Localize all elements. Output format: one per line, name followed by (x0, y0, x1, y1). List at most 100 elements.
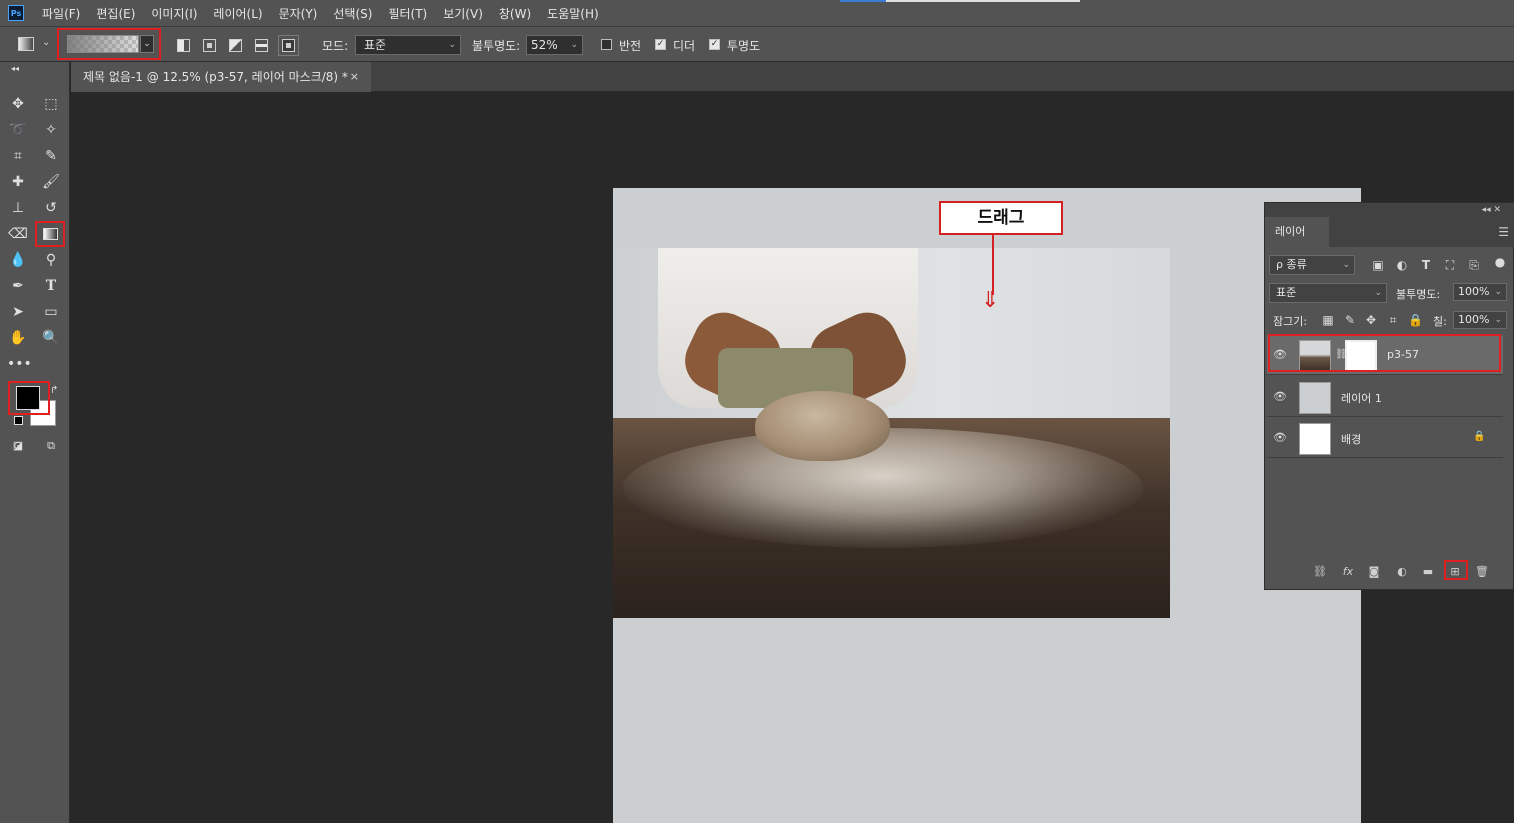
menu-view[interactable]: 보기(V) (443, 5, 483, 22)
filter-smart-object-icon[interactable]: ⎘ (1467, 258, 1481, 272)
path-selection-tool-icon[interactable]: ➤ (7, 301, 29, 323)
link-layers-icon[interactable]: ⛓ (1312, 565, 1328, 579)
transparency-checkbox[interactable]: ✓ (709, 39, 720, 50)
dodge-tool-icon[interactable]: ⚲ (40, 249, 62, 271)
more-tools-icon[interactable]: ••• (7, 353, 32, 375)
drag-arrow-line (992, 235, 994, 295)
layer-row-background[interactable]: 👁 배경 🔒 (1267, 418, 1503, 458)
opacity-input[interactable]: 52% ⌄ (526, 35, 583, 55)
lock-transparency-icon[interactable]: ▦ (1321, 313, 1335, 327)
menu-help[interactable]: 도움말(H) (547, 5, 599, 22)
document-tab[interactable]: 제목 없음-1 @ 12.5% (p3-57, 레이어 마스크/8) * × (71, 62, 371, 92)
layer-opacity-value: 100% (1458, 285, 1490, 298)
clone-stamp-tool-icon[interactable]: ⊥ (7, 197, 29, 219)
layer-name: 배경 (1341, 433, 1362, 446)
filter-shape-icon[interactable]: ⛶ (1443, 258, 1457, 272)
selected-layer-highlight (1268, 334, 1501, 372)
tab-layers[interactable]: 레이어 (1265, 217, 1329, 247)
crop-tool-icon[interactable]: ⌗ (7, 145, 29, 167)
healing-brush-tool-icon[interactable]: ✚ (7, 171, 29, 193)
lock-pixels-icon[interactable]: ✎ (1343, 313, 1357, 327)
panel-menu-icon[interactable]: ☰ (1498, 225, 1509, 239)
trash-icon[interactable]: 🗑 (1474, 565, 1490, 579)
lock-artboard-icon[interactable]: ⌗ (1386, 313, 1400, 327)
reflected-gradient-icon[interactable] (255, 39, 268, 52)
menu-type[interactable]: 문자(Y) (279, 5, 318, 22)
menu-window[interactable]: 창(W) (499, 5, 531, 22)
swap-colors-icon[interactable]: ↱ (50, 385, 58, 396)
default-colors-icon[interactable] (14, 416, 23, 425)
add-mask-icon[interactable]: ◙ (1366, 565, 1382, 579)
brush-tool-icon[interactable]: 🖌 (40, 171, 62, 193)
gradient-tool-preset-icon[interactable] (18, 37, 34, 51)
layer-row-layer-1[interactable]: 👁 레이어 1 (1267, 377, 1503, 417)
visibility-eye-icon[interactable]: 👁 (1273, 390, 1287, 403)
screen-mode-icon[interactable]: ⧉ (40, 435, 62, 457)
diamond-gradient-icon[interactable] (278, 35, 299, 56)
eyedropper-tool-icon[interactable]: ✎ (40, 145, 62, 167)
lock-all-icon[interactable]: 🔒 (1408, 313, 1423, 327)
lasso-tool-icon[interactable]: ➰ (7, 119, 29, 141)
menu-select[interactable]: 선택(S) (333, 5, 372, 22)
zoom-tool-icon[interactable]: 🔍 (40, 327, 62, 349)
close-icon[interactable]: × (350, 62, 359, 92)
blend-mode-select[interactable]: 표준 ⌄ (1269, 283, 1387, 303)
menu-filter[interactable]: 필터(T) (388, 5, 427, 22)
reverse-label: 반전 (619, 39, 642, 53)
mode-select[interactable]: 표준 ⌄ (355, 35, 461, 55)
gradient-tool-icon[interactable] (35, 221, 65, 247)
document-tab-title: 제목 없음-1 @ 12.5% (p3-57, 레이어 마스크/8) * (83, 70, 348, 84)
panel-collapse-icon[interactable]: ◂◂ ✕ (1265, 203, 1514, 217)
reverse-checkbox[interactable] (601, 39, 612, 50)
move-tool-icon[interactable]: ✥ (7, 93, 29, 115)
history-brush-tool-icon[interactable]: ↺ (40, 197, 62, 219)
document-canvas[interactable] (613, 188, 1361, 823)
layers-panel: ◂◂ ✕ 레이어 ☰ ρ 종류 ⌄ ▣ ◐ T ⛶ ⎘ ● 표준 ⌄ 불투명도:… (1264, 202, 1514, 590)
photo-dough (755, 391, 890, 461)
layer-style-fx-icon[interactable]: fx (1340, 565, 1356, 579)
pen-tool-icon[interactable]: ✒ (7, 275, 29, 297)
eraser-tool-icon[interactable]: ⌫ (7, 223, 29, 245)
layer-opacity-input[interactable]: 100% ⌄ (1453, 283, 1507, 301)
drag-annotation-label: 드래그 (939, 201, 1063, 235)
filter-toggle-icon[interactable]: ● (1493, 255, 1507, 269)
mode-select-value: 표준 (364, 38, 387, 52)
dither-label: 디더 (673, 39, 696, 53)
marquee-tool-icon[interactable]: ⬚ (40, 93, 62, 115)
layer-filter-select[interactable]: ρ 종류 ⌄ (1269, 255, 1355, 275)
photo-flour (623, 428, 1143, 548)
opacity-value: 52% (531, 38, 558, 52)
color-swatch-highlight (8, 381, 50, 415)
chevron-down-icon[interactable]: ⌄ (42, 37, 50, 48)
hand-tool-icon[interactable]: ✋ (7, 327, 29, 349)
chevron-down-icon: ⌄ (570, 40, 578, 50)
lock-position-icon[interactable]: ✥ (1364, 313, 1378, 327)
fill-input[interactable]: 100% ⌄ (1453, 311, 1507, 329)
menu-file[interactable]: 파일(F) (42, 5, 80, 22)
filter-pixel-icon[interactable]: ▣ (1371, 258, 1385, 272)
magic-wand-tool-icon[interactable]: ✧ (40, 119, 62, 141)
filter-adjustment-icon[interactable]: ◐ (1395, 258, 1409, 272)
adjustment-layer-icon[interactable]: ◐ (1394, 565, 1410, 579)
dither-checkbox[interactable]: ✓ (655, 39, 666, 50)
linear-gradient-icon[interactable] (177, 39, 190, 52)
tools-panel: ◂◂ ✥ ⬚ ➰ ✧ ⌗ ✎ ✚ 🖌 ⊥ ↺ ⌫ 💧 ⚲ ✒ T ➤ ▭ ✋ 🔍… (0, 62, 70, 823)
lock-label: 잠그기: (1273, 315, 1308, 328)
menu-image[interactable]: 이미지(I) (151, 5, 197, 22)
mode-label: 모드: (322, 39, 349, 53)
blend-mode-value: 표준 (1276, 286, 1297, 299)
fill-label: 칠: (1433, 315, 1447, 328)
quick-mask-icon[interactable]: ⊙ (7, 435, 29, 457)
new-group-folder-icon[interactable]: ▬ (1420, 565, 1436, 579)
transparency-label: 투명도 (727, 39, 761, 53)
rectangle-tool-icon[interactable]: ▭ (40, 301, 62, 323)
blur-tool-icon[interactable]: 💧 (7, 249, 29, 271)
visibility-eye-icon[interactable]: 👁 (1273, 431, 1287, 444)
menu-layer[interactable]: 레이어(L) (213, 5, 262, 22)
radial-gradient-icon[interactable] (203, 39, 216, 52)
filter-type-icon[interactable]: T (1419, 258, 1433, 272)
angle-gradient-icon[interactable] (229, 39, 242, 52)
collapse-toolbar-icon[interactable]: ◂◂ (4, 64, 26, 74)
type-tool-icon[interactable]: T (40, 275, 62, 297)
menu-edit[interactable]: 편집(E) (96, 5, 135, 22)
